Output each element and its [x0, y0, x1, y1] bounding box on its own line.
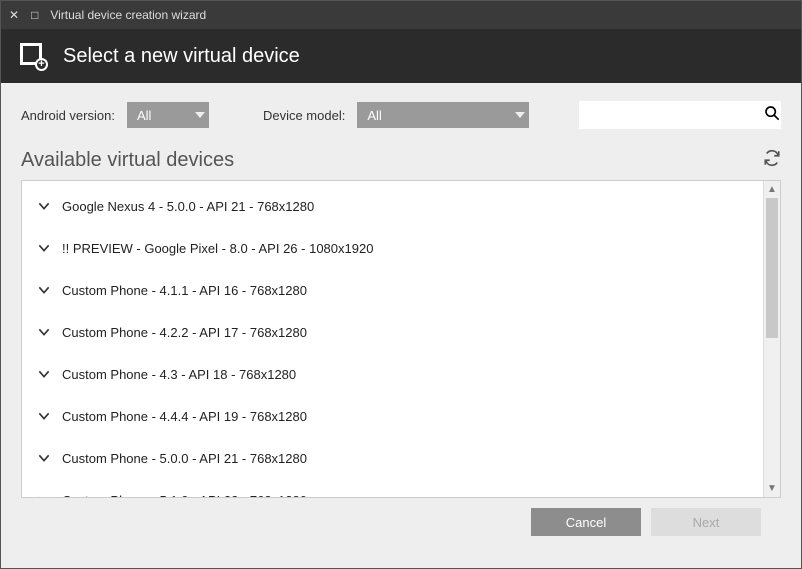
chevron-down-icon — [32, 240, 56, 256]
chevron-down-icon — [32, 366, 56, 382]
window-title: Virtual device creation wizard — [50, 8, 206, 22]
search-input[interactable] — [588, 108, 764, 123]
title-bar: ✕ □ Virtual device creation wizard — [1, 1, 801, 29]
device-row[interactable]: Custom Phone - 4.1.1 - API 16 - 768x1280 — [22, 269, 763, 311]
close-icon[interactable]: ✕ — [9, 8, 19, 22]
device-row[interactable]: Google Nexus 4 - 5.0.0 - API 21 - 768x12… — [22, 185, 763, 227]
search-icon[interactable] — [764, 105, 780, 126]
device-row[interactable]: Custom Phone - 4.3 - API 18 - 768x1280 — [22, 353, 763, 395]
new-device-icon: + — [19, 42, 47, 70]
device-row-label: Custom Phone - 5.1.0 - API 22 - 768x1280 — [56, 493, 307, 498]
device-list: Google Nexus 4 - 5.0.0 - API 21 - 768x12… — [21, 180, 781, 498]
search-box[interactable] — [579, 101, 781, 129]
chevron-down-icon — [191, 102, 209, 128]
device-row[interactable]: Custom Phone - 5.0.0 - API 21 - 768x1280 — [22, 437, 763, 479]
device-row-label: Custom Phone - 4.2.2 - API 17 - 768x1280 — [56, 325, 307, 340]
device-row[interactable]: Custom Phone - 5.1.0 - API 22 - 768x1280 — [22, 479, 763, 497]
device-row-label: Custom Phone - 4.1.1 - API 16 - 768x1280 — [56, 283, 307, 298]
device-model-value: All — [367, 108, 381, 123]
device-row[interactable]: !! PREVIEW - Google Pixel - 8.0 - API 26… — [22, 227, 763, 269]
device-model-select[interactable]: All — [357, 102, 529, 128]
android-version-label: Android version: — [21, 108, 115, 123]
android-version-value: All — [137, 108, 151, 123]
scroll-up-icon[interactable]: ▲ — [764, 181, 780, 198]
device-row-label: Custom Phone - 4.3 - API 18 - 768x1280 — [56, 367, 296, 382]
wizard-footer: Cancel Next — [21, 498, 781, 536]
device-row[interactable]: Custom Phone - 4.2.2 - API 17 - 768x1280 — [22, 311, 763, 353]
cancel-button[interactable]: Cancel — [531, 508, 641, 536]
chevron-down-icon — [511, 102, 529, 128]
device-row[interactable]: Custom Phone - 4.4.4 - API 19 - 768x1280 — [22, 395, 763, 437]
maximize-icon[interactable]: □ — [31, 8, 38, 22]
scrollbar[interactable]: ▲ ▼ — [763, 181, 780, 497]
chevron-down-icon — [32, 492, 56, 497]
wizard-header: + Select a new virtual device — [1, 29, 801, 83]
filter-bar: Android version: All Device model: All — [21, 101, 781, 129]
device-row-label: Custom Phone - 5.0.0 - API 21 - 768x1280 — [56, 451, 307, 466]
android-version-select[interactable]: All — [127, 102, 209, 128]
chevron-down-icon — [32, 198, 56, 214]
device-row-label: Custom Phone - 4.4.4 - API 19 - 768x1280 — [56, 409, 307, 424]
chevron-down-icon — [32, 282, 56, 298]
device-row-label: !! PREVIEW - Google Pixel - 8.0 - API 26… — [56, 241, 373, 256]
chevron-down-icon — [32, 450, 56, 466]
scroll-thumb[interactable] — [766, 198, 778, 338]
available-devices-heading: Available virtual devices — [21, 149, 234, 172]
device-model-label: Device model: — [263, 108, 345, 123]
device-row-label: Google Nexus 4 - 5.0.0 - API 21 - 768x12… — [56, 199, 314, 214]
page-title: Select a new virtual device — [63, 45, 300, 68]
chevron-down-icon — [32, 408, 56, 424]
next-button[interactable]: Next — [651, 508, 761, 536]
scroll-down-icon[interactable]: ▼ — [764, 480, 780, 497]
chevron-down-icon — [32, 324, 56, 340]
refresh-icon[interactable] — [763, 149, 781, 172]
